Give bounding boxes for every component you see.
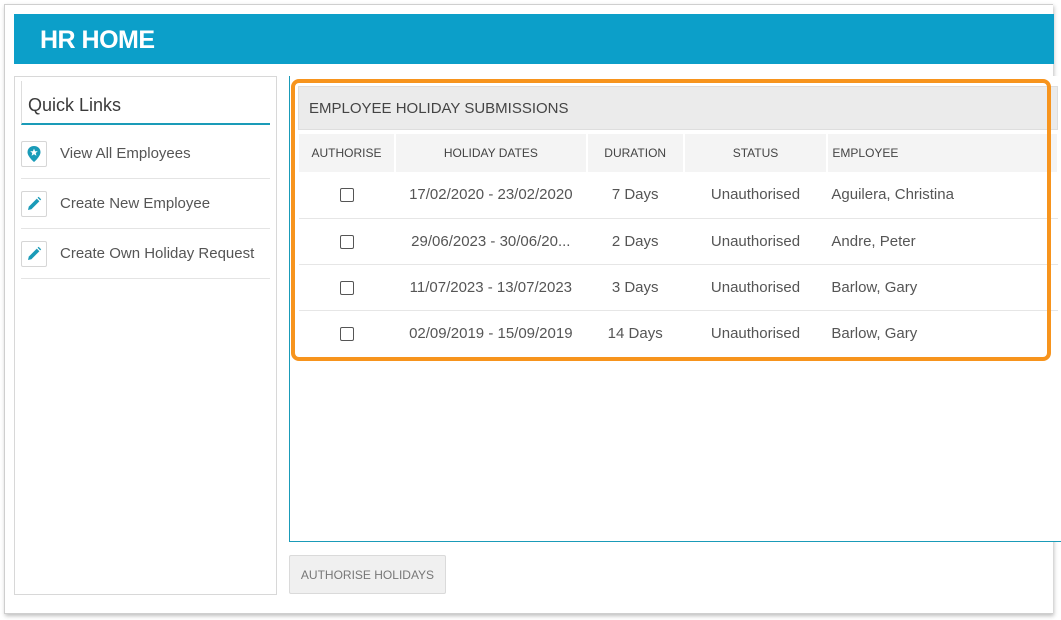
quick-link-label: Create New Employee: [60, 195, 211, 212]
quick-link-view-all-employees[interactable]: View All Employees: [21, 129, 270, 179]
table-row: 17/02/2020 - 23/02/2020 7 Days Unauthori…: [299, 172, 1058, 219]
table-row: 11/07/2023 - 13/07/2023 3 Days Unauthori…: [299, 264, 1058, 311]
app-header: HR HOME: [14, 14, 1054, 64]
employee-cell: Barlow, Gary: [831, 324, 918, 342]
column-header-holiday-dates[interactable]: HOLIDAY DATES: [394, 134, 588, 172]
authorise-cell: [299, 264, 395, 311]
duration-cell: 3 Days: [586, 264, 684, 311]
quick-link-label: Create Own Holiday Request: [60, 245, 255, 262]
holiday-submissions-table: AUTHORISE HOLIDAY DATES DURATION STATUS …: [299, 134, 1059, 356]
quick-link-create-new-employee[interactable]: Create New Employee: [21, 179, 270, 229]
table-row: 02/09/2019 - 15/09/2019 14 Days Unauthor…: [299, 310, 1058, 356]
status-cell: Unauthorised: [683, 264, 828, 311]
panel-title: EMPLOYEE HOLIDAY SUBMISSIONS: [309, 100, 569, 117]
table-row: 29/06/2023 - 30/06/20... 2 Days Unauthor…: [299, 218, 1058, 265]
duration-cell: 2 Days: [586, 218, 684, 265]
authorise-cell: [299, 172, 395, 219]
authorise-checkbox[interactable]: [339, 234, 354, 249]
quick-links-title: Quick Links: [21, 81, 270, 125]
quick-link-label: View All Employees: [60, 145, 191, 162]
page-title: HR HOME: [40, 26, 155, 54]
holiday-dates-cell: 11/07/2023 - 13/07/2023: [394, 264, 587, 311]
status-cell: Unauthorised: [683, 218, 828, 265]
employee-cell: Andre, Peter: [827, 218, 1058, 265]
employee-cell: Aguilera, Christina: [827, 172, 1058, 219]
duration-cell: 7 Days: [586, 172, 684, 219]
holiday-dates-cell: 02/09/2019 - 15/09/2019: [409, 324, 573, 342]
authorise-cell: [299, 310, 395, 356]
employee-cell: Barlow, Gary: [827, 264, 1058, 311]
authorise-checkbox[interactable]: [339, 188, 354, 203]
authorise-checkbox[interactable]: [339, 326, 354, 341]
column-header-duration[interactable]: DURATION: [586, 134, 685, 172]
quick-link-create-own-holiday-request[interactable]: Create Own Holiday Request: [21, 229, 270, 279]
authorise-checkbox[interactable]: [339, 280, 354, 295]
location-star-icon: [21, 140, 47, 167]
quick-links-panel: Quick Links View All Employees Create Ne…: [14, 76, 277, 595]
status-cell: Unauthorised: [710, 324, 801, 342]
authorise-holidays-button[interactable]: AUTHORISE HOLIDAYS: [289, 555, 446, 594]
column-header-status[interactable]: STATUS: [683, 134, 829, 172]
holiday-dates-cell: 29/06/2023 - 30/06/20...: [394, 218, 587, 265]
duration-cell: 14 Days: [607, 324, 663, 342]
holiday-dates-cell: 17/02/2020 - 23/02/2020: [394, 172, 587, 219]
column-header-employee[interactable]: EMPLOYEE: [827, 134, 1059, 172]
column-header-authorise[interactable]: AUTHORISE: [299, 134, 396, 172]
panel-header: EMPLOYEE HOLIDAY SUBMISSIONS: [298, 86, 1058, 130]
pencil-icon: [21, 240, 47, 267]
pencil-icon: [21, 190, 47, 217]
authorise-cell: [299, 218, 395, 265]
status-cell: Unauthorised: [683, 172, 828, 219]
table-header-row: AUTHORISE HOLIDAY DATES DURATION STATUS …: [299, 134, 1059, 172]
